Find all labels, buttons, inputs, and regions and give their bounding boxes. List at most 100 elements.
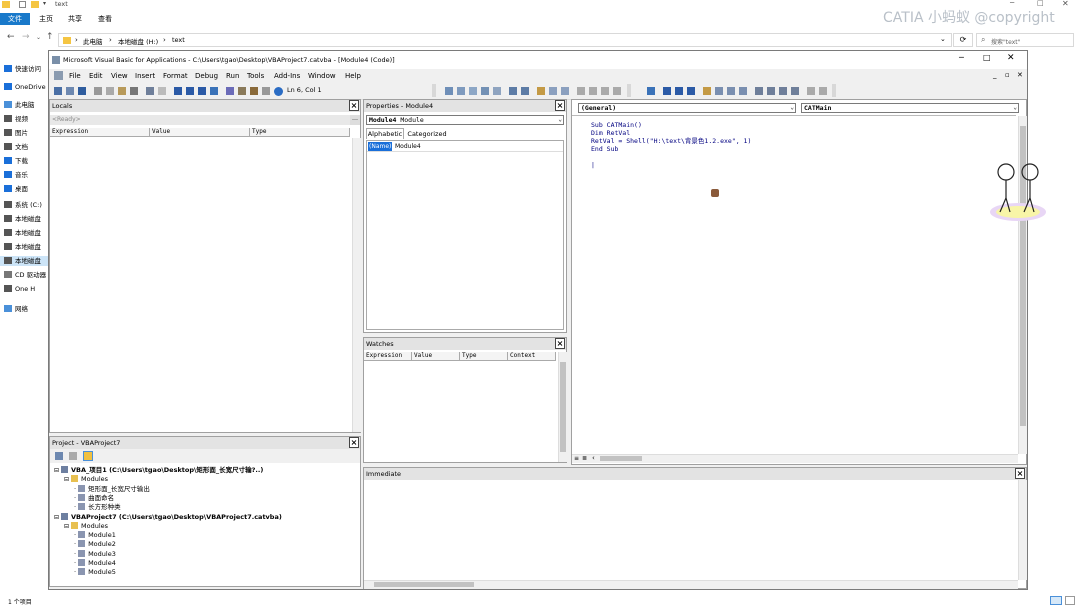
run-icon[interactable]: [663, 87, 671, 95]
menu-tools[interactable]: Tools: [247, 71, 264, 81]
details-view-icon[interactable]: [1050, 596, 1062, 605]
quick-info-icon[interactable]: [469, 87, 477, 95]
watches-col-context[interactable]: Context: [508, 352, 556, 360]
reset-icon[interactable]: [687, 87, 695, 95]
locals-window-icon[interactable]: [755, 87, 763, 95]
tab-share[interactable]: 共享: [68, 13, 82, 25]
locals-close-button[interactable]: ×: [349, 100, 359, 111]
vba-maximize-button[interactable]: □: [983, 53, 991, 62]
menu-edit[interactable]: Edit: [89, 71, 103, 81]
tree-node[interactable]: ⊟ Modules: [64, 521, 108, 531]
nav-item[interactable]: 此电脑: [4, 100, 35, 110]
child-restore-button[interactable]: ▫: [1005, 71, 1010, 79]
procedure-view-icon[interactable]: ≡: [574, 455, 579, 462]
vba-minimize-button[interactable]: ─: [959, 53, 964, 62]
menu-format[interactable]: Format: [163, 71, 188, 81]
step-into-icon[interactable]: [715, 87, 723, 95]
nav-item[interactable]: 系统 (C:): [4, 200, 42, 210]
view-host-icon[interactable]: [54, 87, 62, 95]
menu-window[interactable]: Window: [308, 71, 336, 81]
object-browser-icon[interactable]: [250, 87, 258, 95]
collapse-icon[interactable]: ⊟: [64, 476, 69, 483]
toggle-bookmark-icon[interactable]: [577, 87, 585, 95]
nav-item[interactable]: 桌面: [4, 184, 28, 194]
nav-item[interactable]: 快速访问: [4, 64, 41, 74]
up-arrow-icon[interactable]: ↑: [46, 32, 54, 42]
call-stack-icon[interactable]: [807, 87, 815, 95]
code-line[interactable]: |: [591, 161, 595, 169]
recent-dropdown-icon[interactable]: ⌄: [36, 34, 41, 41]
maximize-button[interactable]: □: [1037, 0, 1044, 7]
large-icons-view-icon[interactable]: [1065, 596, 1075, 605]
paste-icon[interactable]: [118, 87, 126, 95]
step-over-icon[interactable]: [727, 87, 735, 95]
vba-close-button[interactable]: ✕: [1007, 53, 1015, 63]
complete-word-icon[interactable]: [493, 87, 501, 95]
address-bar[interactable]: › 此电脑 › 本地磁盘 (H:) › text ⌄: [58, 33, 952, 47]
watches-col-value[interactable]: Value: [412, 352, 460, 360]
breadcrumb-this-pc[interactable]: 此电脑: [83, 36, 103, 46]
nav-item[interactable]: 本地磁盘: [4, 228, 41, 238]
watches-scrollbar[interactable]: [558, 352, 567, 462]
list-constants-icon[interactable]: [457, 87, 465, 95]
tab-alphabetic[interactable]: Alphabetic: [366, 128, 404, 139]
locals-col-type[interactable]: Type: [250, 128, 350, 136]
design-mode-icon[interactable]: [210, 87, 218, 95]
immediate-window-icon[interactable]: [767, 87, 775, 95]
watches-scroll-thumb[interactable]: [560, 362, 566, 452]
minimize-button[interactable]: ─: [1010, 0, 1014, 7]
properties-object-select[interactable]: Module4 Module ⌄: [366, 115, 564, 125]
search-input[interactable]: ⌕ 搜索"text": [976, 33, 1074, 47]
code-window-icon[interactable]: [54, 71, 63, 80]
nav-item[interactable]: 本地磁盘: [4, 242, 41, 252]
tree-node[interactable]: · Module2: [74, 540, 116, 549]
menu-view[interactable]: View: [111, 71, 128, 81]
immediate-hscroll-thumb[interactable]: [374, 582, 474, 587]
step-out-icon[interactable]: [739, 87, 747, 95]
child-minimize-button[interactable]: _: [993, 71, 997, 79]
run-icon[interactable]: [174, 87, 182, 95]
toolbox-icon[interactable]: [262, 87, 270, 95]
code-line[interactable]: Dim RetVal: [591, 129, 630, 137]
call-stack-button[interactable]: …: [350, 115, 360, 125]
redo-icon[interactable]: [158, 87, 166, 95]
menu-help[interactable]: Help: [345, 71, 361, 81]
scroll-left-icon[interactable]: ‹: [592, 454, 595, 462]
menu-add-ins[interactable]: Add-Ins: [274, 71, 300, 81]
immediate-scrollbar[interactable]: [1018, 480, 1027, 580]
nav-item[interactable]: 音乐: [4, 170, 28, 180]
breadcrumb-folder[interactable]: text: [172, 36, 185, 44]
toggle-breakpoint-icon[interactable]: [537, 87, 545, 95]
save-icon[interactable]: [78, 87, 86, 95]
tab-file[interactable]: 文件: [0, 13, 30, 25]
help-icon[interactable]: [274, 87, 283, 96]
full-module-view-icon[interactable]: ≣: [582, 455, 587, 462]
immediate-hscrollbar[interactable]: [364, 580, 1018, 589]
tree-node[interactable]: · Module5: [74, 568, 116, 577]
outdent-icon[interactable]: [521, 87, 529, 95]
locals-scrollbar[interactable]: [352, 138, 361, 432]
back-arrow-icon[interactable]: ←: [7, 32, 15, 42]
tree-node[interactable]: · Module4: [74, 559, 116, 568]
tree-node[interactable]: · 长方形种类: [74, 503, 121, 512]
properties-window-icon[interactable]: [238, 87, 246, 95]
break-icon[interactable]: [675, 87, 683, 95]
menu-debug[interactable]: Debug: [195, 71, 218, 81]
breadcrumb-drive[interactable]: 本地磁盘 (H:): [118, 36, 158, 46]
view-object-icon[interactable]: [69, 452, 77, 460]
menu-insert[interactable]: Insert: [135, 71, 155, 81]
tree-node[interactable]: ⊟ VBA_项目1 (C:\Users\tgao\Desktop\矩形面_长宽尺寸…: [54, 466, 263, 475]
tab-home[interactable]: 主页: [39, 13, 53, 25]
property-row[interactable]: (Name) Module4: [367, 142, 563, 152]
locals-col-value[interactable]: Value: [150, 128, 250, 136]
toggle-folders-icon[interactable]: [83, 451, 93, 461]
tree-node[interactable]: · 曲面命名: [74, 493, 114, 503]
watches-close-button[interactable]: ×: [555, 338, 565, 349]
break-icon[interactable]: [186, 87, 194, 95]
collapse-icon[interactable]: ⊟: [54, 467, 59, 474]
nav-item[interactable]: 下载: [4, 156, 28, 166]
object-select[interactable]: (General) ⌄: [578, 103, 796, 113]
nav-item[interactable]: OneDrive: [4, 82, 46, 92]
watches-col-type[interactable]: Type: [460, 352, 508, 360]
nav-item[interactable]: 本地磁盘: [4, 214, 41, 224]
